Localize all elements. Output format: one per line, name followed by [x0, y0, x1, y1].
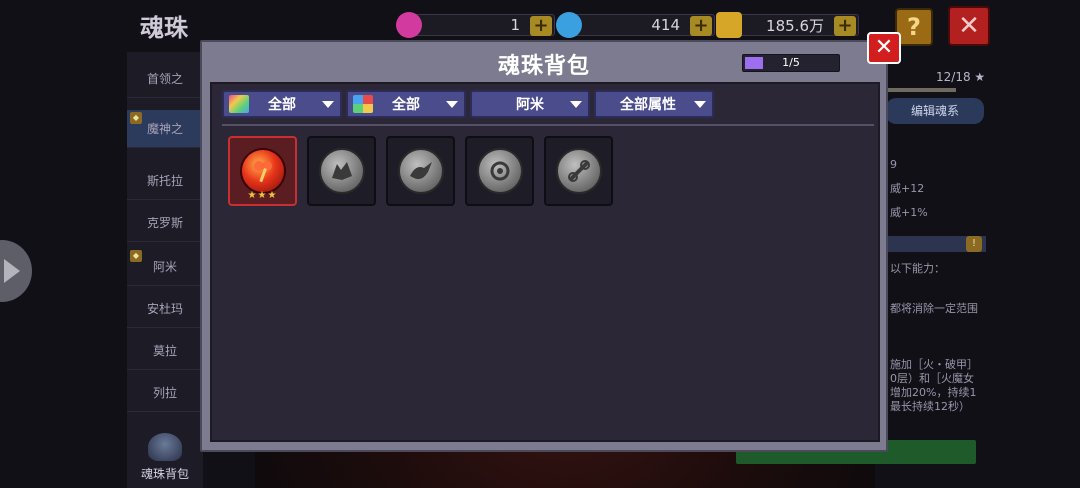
color-grid-icon: [353, 95, 373, 113]
soul-bead-bag-dialog: 魂珠背包 1/5 ✕ 全部 全部 阿米 全部属性 ★★★: [200, 32, 901, 452]
fire-orb-icon: [239, 148, 286, 194]
edit-soul-system-button[interactable]: 编辑魂系: [886, 98, 984, 124]
chevron-down-icon: [322, 101, 334, 108]
stat-line: 9: [890, 158, 897, 171]
chevron-down-icon: [446, 101, 458, 108]
resource-blue-gem: 414 +: [556, 12, 715, 38]
capacity-bar: 1/5: [742, 54, 840, 72]
gold-count: 185.6万: [766, 16, 824, 35]
sidebar-item-3[interactable]: 斯托拉: [127, 162, 203, 200]
stat-line: 威+1%: [890, 206, 928, 219]
filter-type-dropdown[interactable]: 全部: [222, 90, 342, 118]
bag-content: 全部 全部 阿米 全部属性 ★★★: [210, 82, 880, 442]
bead-slot-rune[interactable]: [465, 136, 534, 206]
play-arrow-icon: [4, 259, 20, 283]
sidebar-item-5[interactable]: ◆ 阿米: [127, 248, 203, 286]
rainbow-icon: [229, 95, 249, 113]
blue-gem-icon: [556, 12, 582, 38]
add-blue-gem-button[interactable]: +: [690, 16, 712, 36]
badge-icon: ◆: [130, 250, 142, 262]
sidebar-item-4[interactable]: 克罗斯: [127, 204, 203, 242]
blue-gem-count: 414: [651, 16, 680, 34]
info-icon[interactable]: !: [966, 236, 982, 252]
bead-grid: ★★★: [228, 136, 613, 206]
collection-count: 12/18 ★: [936, 70, 986, 84]
close-screen-button[interactable]: ✕: [948, 6, 990, 46]
sidebar-item-2[interactable]: ◆ 魔神之: [127, 110, 203, 148]
filter-label: 全部: [392, 97, 420, 113]
bead-slot-wolf[interactable]: [307, 136, 376, 206]
bead-slot-chain[interactable]: [544, 136, 613, 206]
badge-icon: ◆: [130, 112, 142, 124]
chevron-down-icon: [694, 101, 706, 108]
ability-header: !: [876, 236, 986, 252]
filter-attribute-dropdown[interactable]: 全部属性: [594, 90, 714, 118]
add-gold-button[interactable]: +: [834, 16, 856, 36]
collection-progress: [886, 88, 956, 92]
sidebar-item-8[interactable]: 列拉: [127, 374, 203, 412]
divider: [222, 124, 874, 126]
filter-color-dropdown[interactable]: 全部: [346, 90, 466, 118]
sidebar-item-6[interactable]: 安杜玛: [127, 290, 203, 328]
star-rating: ★★★: [247, 190, 278, 201]
add-pink-gem-button[interactable]: +: [530, 16, 552, 36]
wolf-orb-icon: [318, 148, 365, 194]
gold-chest-icon: [716, 12, 742, 38]
left-nav-button[interactable]: [0, 240, 32, 302]
filter-label: 全部属性: [620, 97, 676, 113]
ability-text: 以下能力：: [890, 262, 945, 275]
resource-pink-gem: 1 +: [396, 12, 555, 38]
chevron-down-icon: [570, 101, 582, 108]
page-title: 魂珠: [140, 14, 188, 42]
soul-bead-bag-button[interactable]: 魂珠背包: [127, 433, 203, 482]
dragon-orb-icon: [397, 148, 444, 194]
ability-text: 都将消除一定范围: [890, 302, 978, 315]
sidebar: 首领之 ◆ 魔神之 斯托拉 克罗斯 ◆ 阿米 安杜玛 莫拉 列拉 魂珠背包: [127, 52, 203, 488]
filter-bar: 全部 全部 阿米 全部属性: [222, 90, 714, 118]
sidebar-item-1[interactable]: 首领之: [127, 60, 203, 98]
filter-hero-dropdown[interactable]: 阿米: [470, 90, 590, 118]
capacity-label: 1/5: [782, 56, 800, 69]
rune-orb-icon: [476, 148, 523, 194]
bead-slot-fire[interactable]: ★★★: [228, 136, 297, 206]
stat-line: 威+12: [890, 182, 925, 195]
pink-gem-icon: [396, 12, 422, 38]
close-dialog-button[interactable]: ✕: [867, 32, 901, 64]
filter-label: 阿米: [516, 97, 544, 113]
filter-label: 全部: [268, 97, 296, 113]
bead-slot-dragon[interactable]: [386, 136, 455, 206]
sidebar-item-7[interactable]: 莫拉: [127, 332, 203, 370]
resource-gold: 185.6万 +: [716, 12, 859, 38]
chain-orb-icon: [555, 148, 602, 194]
pink-gem-count: 1: [510, 16, 520, 34]
right-panel: 12/18 ★ 编辑魂系 9 威+12 威+1% ! 以下能力： 都将消除一定范…: [736, 60, 986, 488]
ability-text: 最长持续12秒）: [890, 400, 970, 413]
bag-icon: [148, 433, 182, 461]
